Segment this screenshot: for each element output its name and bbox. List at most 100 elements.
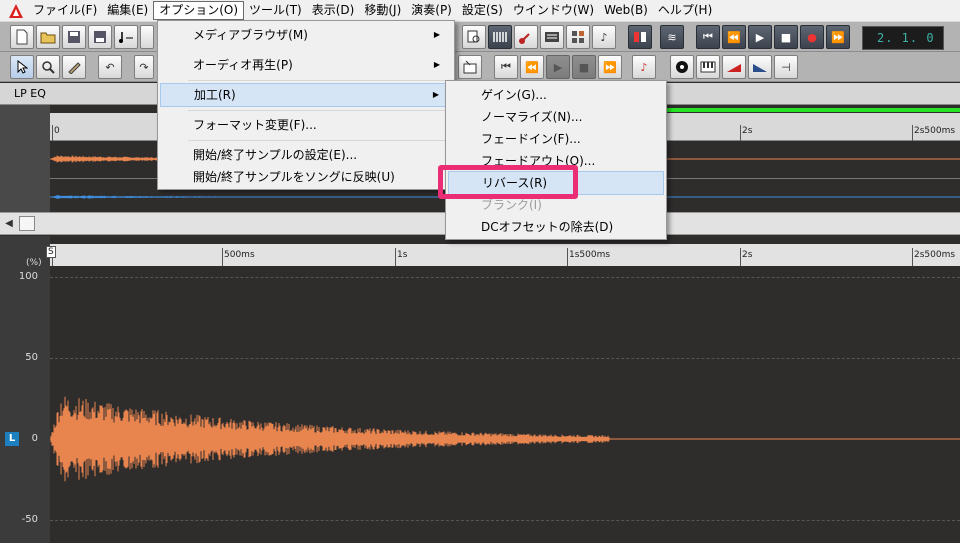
toolbar-more-icon[interactable] [140,25,154,49]
app-logo-icon[interactable] [8,3,24,19]
fade-in-icon[interactable] [722,55,746,79]
start-marker[interactable]: S [46,246,56,258]
menu-item-audio-playback[interactable]: オーディオ再生(P) ▶ [160,53,452,77]
menu-separator [188,80,452,81]
menu-option[interactable]: オプション(O) [153,1,245,20]
scroll-left-icon[interactable]: ◀ [2,216,16,231]
amplitude-label: 0 [31,433,38,444]
rewind-start-icon[interactable]: ⏮ [696,25,720,49]
menu-item-fade-in[interactable]: フェードイン(F)... [448,127,664,151]
menu-bar: ファイル(F) 編集(E) オプション(O) ツール(T) 表示(D) 移動(J… [0,0,960,22]
menu-item-label: 開始/終了サンプルの設定(E)... [193,148,358,162]
record-icon[interactable]: ● [800,25,824,49]
main-waveform [50,396,960,482]
channel-badge[interactable]: L [5,432,19,446]
guitar-icon[interactable] [514,25,538,49]
menu-file[interactable]: ファイル(F) [28,1,102,20]
note-wave-icon[interactable] [114,25,138,49]
ruler-label: 1s [397,250,408,260]
open-folder-icon[interactable] [36,25,60,49]
ruler-label: 2s [742,126,753,136]
ruler-tick [52,125,53,141]
scroll-thumb[interactable] [19,216,35,231]
mixer-grid-icon[interactable] [566,25,590,49]
ruler-tick [740,248,741,266]
rewind-icon[interactable]: ⏪ [722,25,746,49]
menu-settings[interactable]: 設定(S) [457,1,508,20]
ruler-tick [740,125,741,141]
menu-item-dc-offset-removal[interactable]: DCオフセットの除去(D) [448,215,664,239]
rewind-small-icon[interactable]: ⏪ [520,55,544,79]
menu-item-gain[interactable]: ゲイン(G)... [448,83,664,107]
submenu-arrow-icon: ▶ [433,60,440,69]
waveform-editor[interactable]: (%) 100 50 0 -50 L S 500ms 1s 1s500ms 2s… [0,236,960,543]
overview-gutter [0,105,50,212]
stop-small-icon[interactable]: ■ [572,55,596,79]
ruler-label: 2s [742,250,753,260]
menu-jump[interactable]: 移動(J) [359,1,406,20]
event-list-icon[interactable] [540,25,564,49]
metronome-note-icon[interactable]: ♪ [632,55,656,79]
play-icon[interactable]: ▶ [748,25,772,49]
keyboard-icon[interactable] [696,55,720,79]
wave-view-icon[interactable]: ≋ [660,25,684,49]
menu-window[interactable]: ウインドウ(W) [508,1,599,20]
menu-item-format-change[interactable]: フォーマット変更(F)... [160,113,452,137]
play-small-icon[interactable]: ▶ [546,55,570,79]
time-ruler[interactable]: S 500ms 1s 1s500ms 2s 2s500ms [46,244,960,266]
pencil-tool-icon[interactable] [62,55,86,79]
ruler-label: 1s500ms [569,250,611,260]
menu-view[interactable]: 表示(D) [307,1,360,20]
process-submenu: ゲイン(G)... ノーマライズ(N)... フェードイン(F)... フェード… [445,80,667,240]
fast-forward-icon[interactable]: ⏩ [826,25,850,49]
ruler-tick [912,248,913,266]
menu-item-set-start-end[interactable]: 開始/終了サンプルの設定(E)... [160,143,452,167]
amplitude-unit: (%) [26,258,42,268]
ruler-label: 2s500ms [914,126,956,136]
menu-web[interactable]: Web(B) [599,1,653,20]
amplitude-label: -50 [21,514,38,525]
menu-edit[interactable]: 編集(E) [102,1,153,20]
inspect-icon[interactable] [462,25,486,49]
loop-disc-icon[interactable] [670,55,694,79]
zoom-tool-icon[interactable] [36,55,60,79]
menu-item-label: フォーマット変更(F)... [193,118,317,132]
forward-small-icon[interactable]: ⏩ [598,55,622,79]
previous-icon[interactable]: ⏮ [494,55,518,79]
new-file-icon[interactable] [10,25,34,49]
save-icon[interactable] [62,25,86,49]
undo-icon[interactable]: ↶ [98,55,122,79]
toolbar-main: ♪ ≋ ⏮ ⏪ ▶ ■ ● ⏩ [0,22,960,52]
menu-play[interactable]: 演奏(P) [406,1,457,20]
piano-roll-icon[interactable] [488,25,512,49]
menu-item-process[interactable]: 加工(R) ▶ [160,83,452,107]
redo-icon[interactable]: ↷ [134,55,154,79]
amplitude-gutter: (%) 100 50 0 -50 L [0,236,50,543]
track-view-icon[interactable] [628,25,652,49]
score-icon[interactable]: ♪ [592,25,616,49]
fade-out-icon[interactable] [748,55,772,79]
menu-item-label: DCオフセットの除去(D) [481,220,614,234]
menu-tool[interactable]: ツール(T) [244,1,307,20]
menu-item-normalize[interactable]: ノーマライズ(N)... [448,105,664,129]
menu-item-label: 開始/終了サンプルをソングに反映(U) [193,170,395,184]
ruler-tick [222,248,223,266]
annotation-highlight [438,165,578,199]
menu-item-apply-start-end[interactable]: 開始/終了サンプルをソングに反映(U) [160,165,452,189]
pointer-tool-icon[interactable] [10,55,34,79]
menu-separator [188,110,452,111]
menu-item-media-browser[interactable]: メディアブラウザ(M) ▶ [160,23,452,47]
menu-item-label: ノーマライズ(N)... [481,110,583,124]
submenu-arrow-icon: ▶ [432,90,439,99]
menu-help[interactable]: ヘルプ(H) [653,1,717,20]
amplitude-label: 50 [25,352,38,363]
snap-grid-icon[interactable] [458,55,482,79]
ruler-tick [567,248,568,266]
menu-item-label: フェードイン(F)... [481,132,581,146]
marker-icon[interactable]: ⊣ [774,55,798,79]
menu-separator [188,140,452,141]
amplitude-label: 100 [18,271,38,282]
ruler-label: 500ms [224,250,255,260]
save-as-icon[interactable] [88,25,112,49]
stop-icon[interactable]: ■ [774,25,798,49]
